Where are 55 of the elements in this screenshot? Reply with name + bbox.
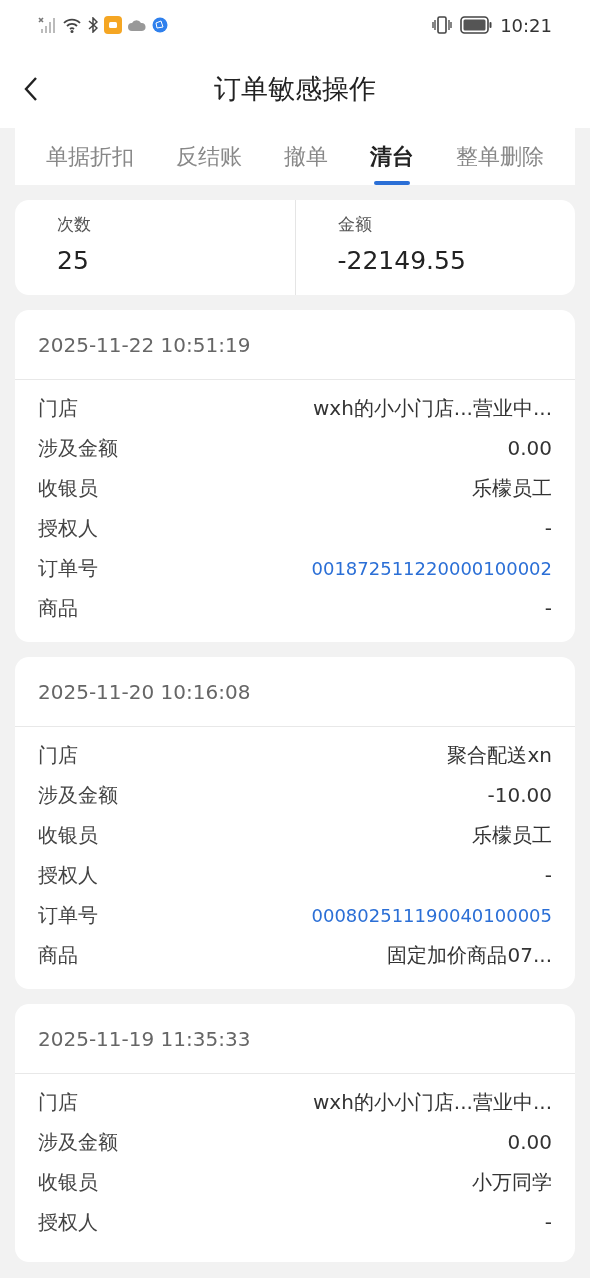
field-label: 授权人	[38, 862, 98, 889]
tab[interactable]: 反结账	[176, 128, 242, 185]
summary-label: 金额	[337, 213, 373, 236]
field-value: 聚合配送xn	[447, 742, 552, 769]
field-label: 涉及金额	[38, 782, 118, 809]
field-value: wxh的小小门店...营业中...	[313, 1089, 552, 1116]
field-value: 0.00	[507, 435, 552, 462]
summary-label: 次数	[57, 213, 92, 236]
globe-icon	[152, 17, 168, 33]
cloud-icon	[128, 19, 146, 31]
record-time: 2025-11-22 10:51:19	[38, 331, 251, 359]
app-icon	[104, 16, 122, 34]
field-value: 固定加价商品07...	[387, 942, 552, 969]
bluetooth-icon	[88, 17, 98, 33]
vibrate-icon	[432, 16, 453, 34]
tab[interactable]: 清台	[370, 128, 414, 185]
field-label: 订单号	[38, 902, 98, 929]
order-number-link[interactable]: 001872511220000100002	[311, 554, 552, 582]
summary-value: 25	[57, 244, 90, 277]
field-label: 商品	[38, 942, 78, 969]
field-label: 涉及金额	[38, 1129, 118, 1156]
field-label: 收银员	[38, 822, 98, 849]
field-label: 授权人	[38, 515, 98, 542]
field-value: -	[544, 1209, 552, 1236]
field-label: 门店	[38, 1089, 78, 1116]
field-value: 乐檬员工	[472, 475, 552, 502]
tab[interactable]: 撤单	[284, 128, 328, 185]
wifi-icon	[62, 17, 82, 33]
page-title: 订单敏感操作	[214, 71, 376, 106]
status-time: 10:21	[500, 13, 552, 38]
field-value: -	[544, 515, 552, 542]
field-label: 订单号	[38, 555, 98, 582]
summary-value: -22149.55	[337, 244, 467, 277]
record-time: 2025-11-19 11:35:33	[38, 1025, 251, 1053]
field-value: -	[544, 595, 552, 622]
field-label: 收银员	[38, 475, 98, 502]
field-value: 乐檬员工	[472, 822, 552, 849]
field-value: -	[544, 862, 552, 889]
order-number-link[interactable]: 000802511190040100005	[311, 901, 552, 929]
back-icon	[24, 76, 38, 102]
field-label: 门店	[38, 742, 78, 769]
field-label: 涉及金额	[38, 435, 118, 462]
field-value: wxh的小小门店...营业中...	[313, 395, 552, 422]
record-time: 2025-11-20 10:16:08	[38, 678, 251, 706]
field-value: 0.00	[507, 1129, 552, 1156]
signal-icon	[38, 17, 56, 33]
field-label: 商品	[38, 595, 78, 622]
battery-icon	[460, 16, 493, 34]
field-label: 授权人	[38, 1209, 98, 1236]
field-label: 门店	[38, 395, 78, 422]
tab[interactable]: 单据折扣	[46, 128, 134, 185]
field-label: 收银员	[38, 1169, 98, 1196]
tab[interactable]: 整单删除	[456, 128, 544, 185]
field-value: 小万同学	[472, 1169, 552, 1196]
field-value: -10.00	[487, 782, 552, 809]
